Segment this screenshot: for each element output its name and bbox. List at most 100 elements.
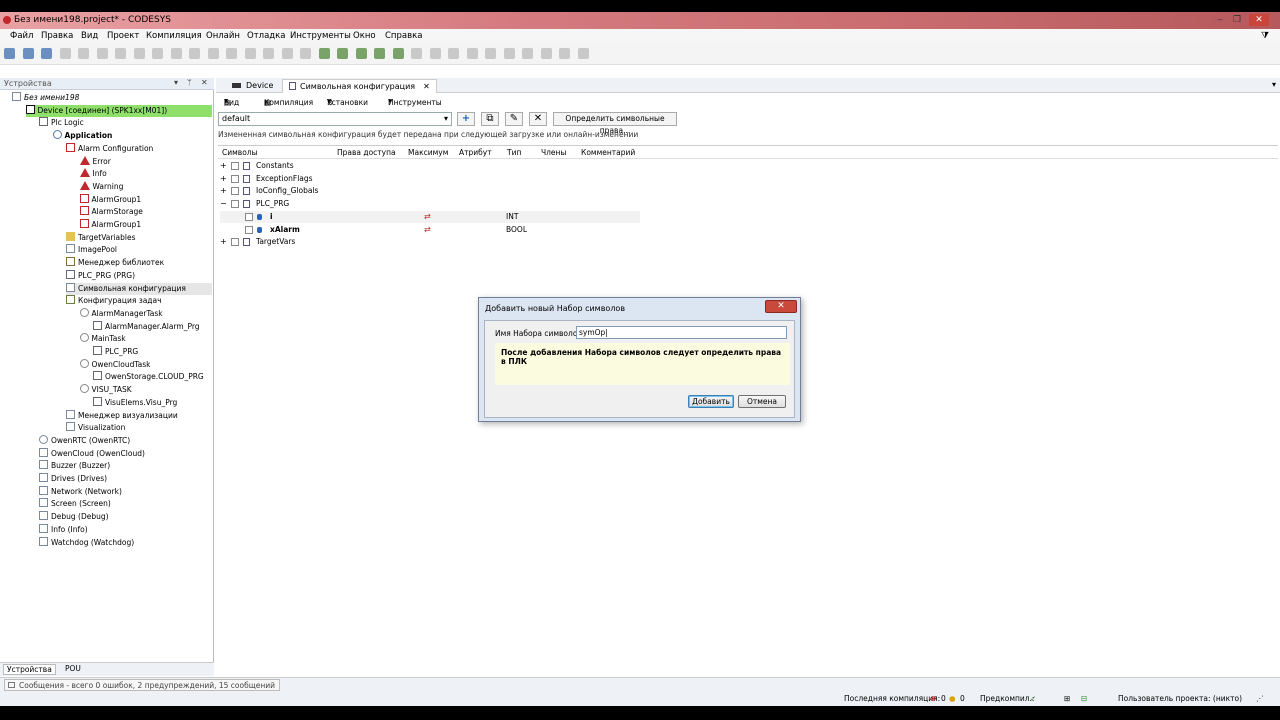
- tree-item[interactable]: Watchdog (Watchdog): [39, 536, 134, 549]
- menu-view[interactable]: Вид: [81, 31, 98, 41]
- expand-icon[interactable]: +: [220, 236, 227, 248]
- tree-item[interactable]: Менеджер библиотек: [66, 257, 164, 269]
- reset-icon[interactable]: [411, 48, 422, 59]
- panel-pin-icon[interactable]: ᛘ: [187, 78, 192, 87]
- tree-item[interactable]: Network (Network): [39, 485, 122, 498]
- unforce-icon[interactable]: [559, 48, 570, 59]
- menu-help[interactable]: Справка: [385, 31, 422, 41]
- tree-item[interactable]: AlarmGroup1: [79, 219, 141, 231]
- expand-icon[interactable]: +: [220, 173, 227, 185]
- toolbar-view[interactable]: ▤ Вид ▾: [224, 96, 239, 107]
- step-into-icon[interactable]: [466, 48, 478, 59]
- tab-pou[interactable]: POU: [62, 664, 84, 673]
- symbol-set-combo[interactable]: default ▾: [218, 112, 452, 126]
- tree-item[interactable]: Конфигурация задач: [66, 295, 162, 307]
- tree-item[interactable]: Error: [79, 155, 111, 168]
- symbol-row[interactable]: − PLC_PRG: [220, 198, 640, 210]
- login-icon[interactable]: [337, 48, 348, 59]
- maximize-button[interactable]: ❐: [1230, 14, 1244, 26]
- tree-item[interactable]: MainTask: [79, 333, 126, 345]
- bookmark-prev-icon[interactable]: [263, 48, 274, 59]
- tree-item[interactable]: OwenRTC (OwenRTC): [39, 434, 130, 447]
- col-access[interactable]: Права доступа: [337, 148, 396, 157]
- delete-symbol-set-button[interactable]: ✕: [529, 112, 547, 126]
- collapse-icon[interactable]: −: [220, 198, 227, 210]
- redo-icon[interactable]: [96, 48, 108, 59]
- bookmark-clear-icon[interactable]: [281, 48, 293, 59]
- symbol-checkbox[interactable]: [231, 187, 239, 196]
- paste-icon[interactable]: [152, 48, 163, 59]
- filter-icon[interactable]: ⧩: [1261, 31, 1269, 41]
- tree-item[interactable]: ImagePool: [66, 244, 117, 256]
- define-rights-button[interactable]: Определить символьные права...: [553, 112, 677, 135]
- tree-item[interactable]: Info: [79, 168, 107, 180]
- tree-item[interactable]: AlarmManager.Alarm_Prg: [93, 320, 200, 333]
- menu-file[interactable]: Файл: [10, 31, 33, 41]
- menu-debug[interactable]: Отладка: [247, 31, 286, 41]
- tree-item[interactable]: Debug (Debug): [39, 511, 109, 523]
- menu-tools[interactable]: Инструменты: [290, 31, 351, 41]
- symbol-checkbox[interactable]: [245, 212, 253, 221]
- undo-icon[interactable]: [78, 48, 89, 59]
- logout-icon[interactable]: [355, 48, 367, 59]
- tree-item[interactable]: AlarmStorage: [79, 206, 143, 218]
- symbol-row[interactable]: i ⇄ INT: [220, 210, 640, 223]
- symbol-row[interactable]: + TargetVars: [220, 236, 640, 248]
- menu-online[interactable]: Онлайн: [206, 31, 240, 41]
- step-out-icon[interactable]: [485, 48, 496, 59]
- display-mode-icon[interactable]: [577, 48, 589, 59]
- symbol-checkbox[interactable]: [245, 225, 253, 234]
- tree-item[interactable]: Screen (Screen): [39, 498, 111, 510]
- panel-menu-icon[interactable]: ▾: [174, 78, 178, 87]
- tree-item[interactable]: OwenCloud (OwenCloud): [39, 447, 145, 460]
- tree-item[interactable]: Drives (Drives): [39, 473, 107, 485]
- access-rights-icon[interactable]: ⇄: [424, 211, 431, 223]
- messages-button[interactable]: Сообщения - всего 0 ошибок, 2 предупрежд…: [4, 679, 281, 691]
- col-comment[interactable]: Комментарий: [581, 148, 635, 157]
- tree-item[interactable]: Plc Logic: [39, 117, 84, 129]
- symbol-checkbox[interactable]: [231, 238, 239, 247]
- replace-icon[interactable]: [207, 48, 219, 59]
- tree-item[interactable]: VisuElems.Visu_Prg: [93, 396, 177, 409]
- symbol-row[interactable]: xAlarm ⇄ BOOL: [220, 224, 640, 236]
- write-values-icon[interactable]: [522, 48, 533, 59]
- build-all-icon[interactable]: [300, 48, 311, 59]
- stop-icon[interactable]: [392, 48, 404, 59]
- dialog-close-button[interactable]: ✕: [765, 300, 797, 313]
- copy-symbol-set-button[interactable]: ⧉: [481, 112, 499, 126]
- bookmark-icon[interactable]: [226, 48, 237, 59]
- tab-list-dropdown-icon[interactable]: ▾: [1272, 80, 1276, 89]
- menu-window[interactable]: Окно: [353, 31, 376, 41]
- window-close-button[interactable]: ✕: [1249, 14, 1269, 26]
- cancel-button[interactable]: Отмена: [738, 395, 786, 408]
- tree-item[interactable]: Visualization: [66, 422, 125, 434]
- symbol-checkbox[interactable]: [231, 162, 239, 170]
- col-type[interactable]: Тип: [507, 148, 521, 157]
- save-icon[interactable]: [41, 48, 52, 59]
- col-maximum[interactable]: Максимум: [408, 148, 448, 157]
- cut-icon[interactable]: [115, 48, 126, 59]
- tree-item[interactable]: Application: [52, 130, 112, 142]
- tree-item[interactable]: AlarmGroup1: [79, 193, 141, 206]
- add-symbol-set-button[interactable]: +: [457, 112, 475, 126]
- run-icon[interactable]: [374, 48, 385, 59]
- tree-item[interactable]: PLC_PRG: [93, 346, 138, 358]
- rebuild-icon[interactable]: [318, 48, 330, 59]
- symbol-row[interactable]: + Constants: [220, 160, 640, 172]
- expand-icon[interactable]: +: [220, 185, 227, 197]
- run-to-cursor-icon[interactable]: [503, 48, 515, 59]
- tree-item[interactable]: Alarm Configuration: [66, 142, 153, 155]
- minimize-button[interactable]: ‒: [1213, 14, 1227, 26]
- symbol-checkbox[interactable]: [231, 174, 239, 183]
- col-attribute[interactable]: Атрибут: [459, 148, 492, 157]
- access-rights-icon[interactable]: ⇄: [424, 224, 431, 236]
- menu-project[interactable]: Проект: [107, 31, 139, 41]
- col-members[interactable]: Члены: [541, 148, 566, 157]
- tree-item[interactable]: Без имени198: [12, 92, 79, 104]
- find-icon[interactable]: [189, 48, 200, 59]
- toolbar-tools[interactable]: Инструменты ▾: [388, 96, 442, 107]
- tab-symbol-config[interactable]: Символьная конфигурация ✕: [282, 79, 437, 93]
- menu-build[interactable]: Компиляция: [146, 31, 202, 41]
- bookmark-next-icon[interactable]: [244, 48, 256, 59]
- edit-symbol-set-button[interactable]: ✎: [505, 112, 523, 126]
